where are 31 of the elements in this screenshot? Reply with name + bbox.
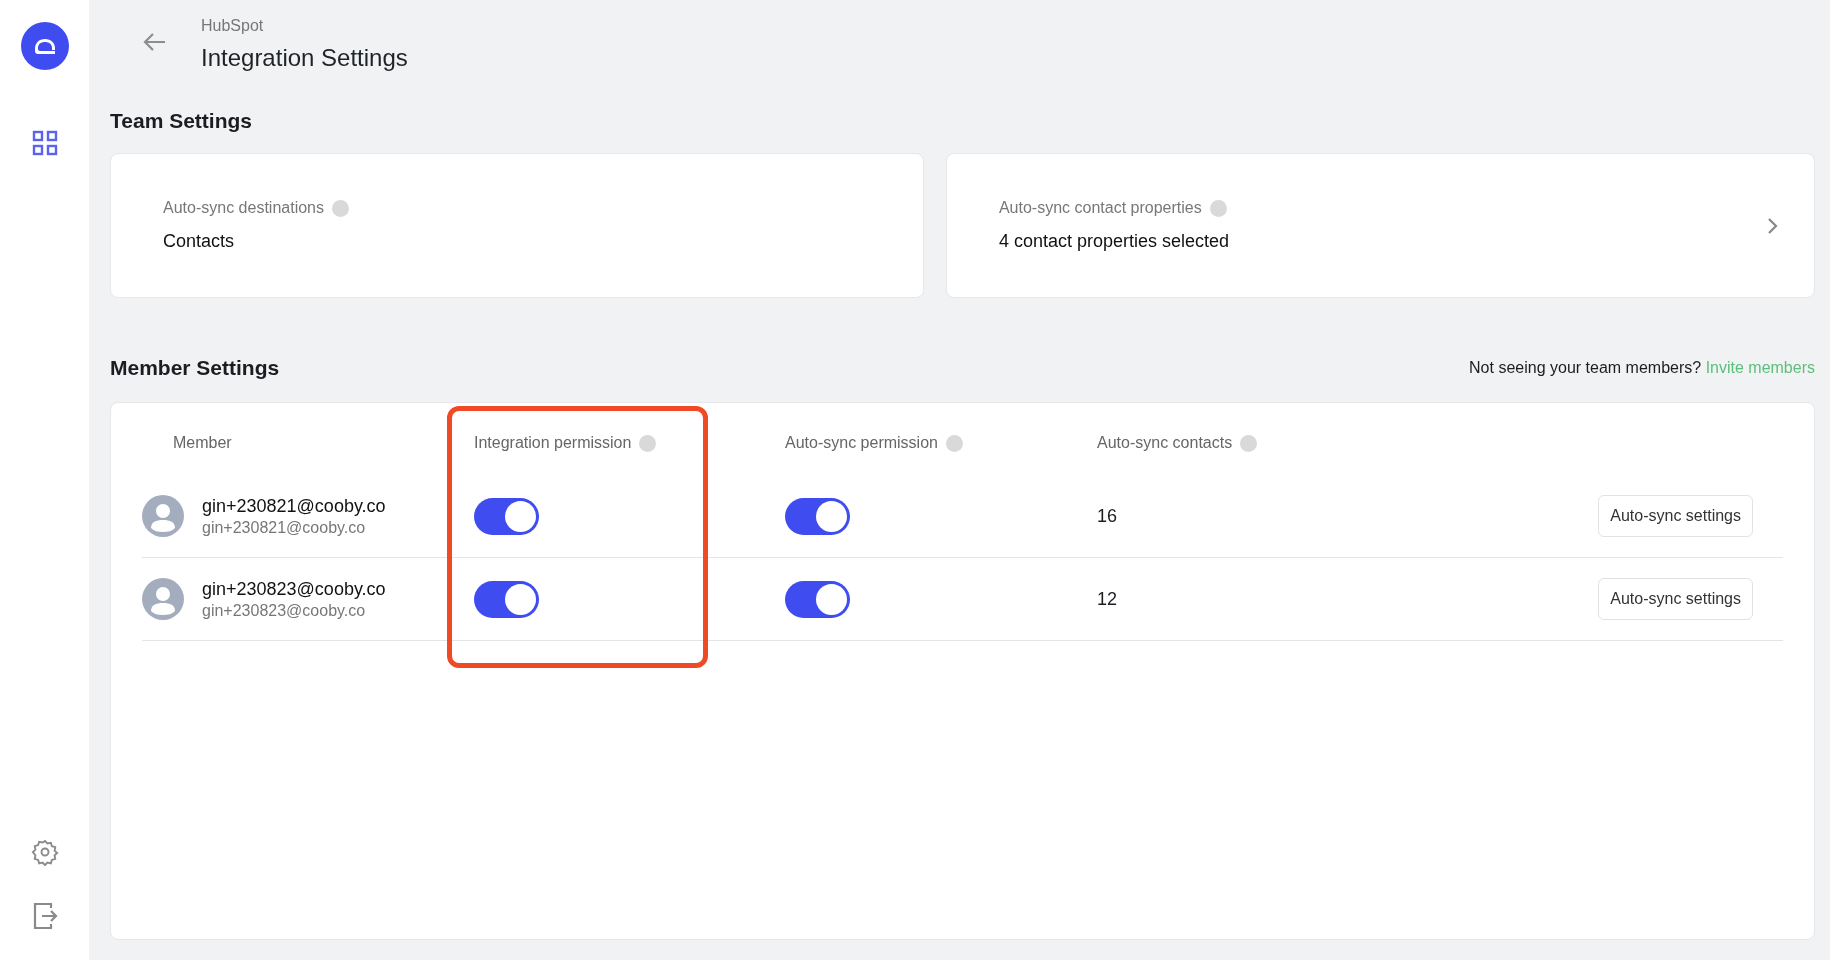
logo-icon	[20, 22, 69, 70]
column-header: Auto-sync contacts	[1097, 433, 1233, 454]
column-header: Integration permission	[474, 433, 632, 454]
info-icon	[1209, 199, 1227, 217]
member-email: gin+230823@cooby.co	[202, 600, 367, 620]
breadcrumb-text: HubSpot	[201, 16, 265, 36]
card-label: Auto-sync destinations	[163, 198, 324, 219]
hint-text: Not seeing your team members?	[1469, 358, 1702, 376]
settings-card[interactable]: Auto-sync contact properties 4 contact properties selected	[945, 153, 1815, 299]
avatar-icon	[142, 495, 184, 538]
column-header: Auto-sync permission	[785, 433, 938, 454]
toggle-switch[interactable]	[474, 580, 539, 618]
toggle-switch[interactable]	[785, 580, 850, 618]
auto-sync-settings-button[interactable]: Auto-sync settings	[1598, 495, 1753, 538]
toggle-switch[interactable]	[785, 497, 850, 535]
member-email: gin+230821@cooby.co	[202, 517, 367, 537]
card-label: Auto-sync contact properties	[998, 198, 1202, 219]
column-header: Member	[173, 433, 232, 454]
page-title: Integration Settings	[201, 44, 408, 73]
card-value: 4 contact properties selected	[998, 230, 1231, 254]
section-heading: Member Settings	[110, 355, 280, 381]
card-value: Contacts	[163, 230, 236, 254]
auto-sync-settings-button[interactable]: Auto-sync settings	[1598, 578, 1753, 621]
avatar-icon	[142, 578, 184, 621]
section-heading: Team Settings	[110, 108, 253, 134]
contact-count: 16	[1097, 505, 1118, 526]
toggle-switch[interactable]	[474, 497, 539, 535]
member-name: gin+230823@cooby.co	[202, 579, 386, 601]
member-name: gin+230821@cooby.co	[202, 496, 386, 518]
info-icon	[332, 199, 349, 217]
contact-count: 12	[1097, 588, 1118, 609]
